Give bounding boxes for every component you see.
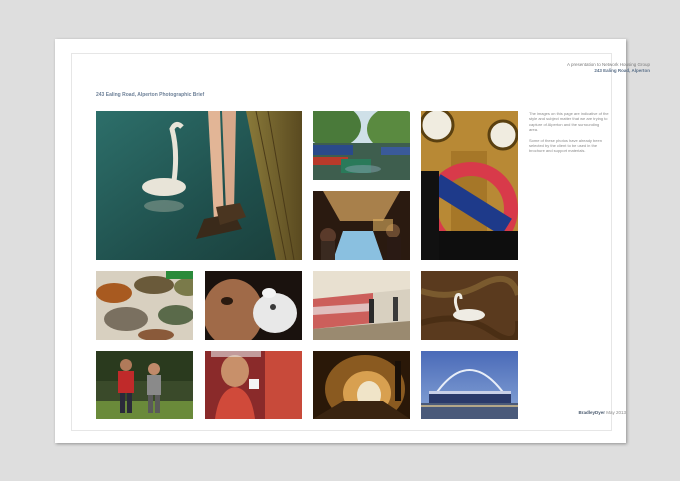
wembley-arch-photo — [421, 351, 518, 419]
joggers-photo — [96, 351, 193, 419]
header-block: A presentation to Network Housing Group … — [567, 62, 650, 74]
canal-boats-photo — [313, 111, 410, 180]
swan-water-photo — [421, 271, 518, 340]
description-paragraph-2: Some of these photos have already been s… — [529, 137, 602, 154]
tube-train-photo — [313, 271, 410, 340]
swan-legs-photo — [96, 111, 302, 260]
big-ben-underground-photo — [421, 111, 518, 260]
face-pill-photo — [205, 271, 302, 340]
description-text: The images on this page are indicative o… — [529, 111, 609, 159]
footer: BradleyDyer May 2013 — [530, 410, 626, 415]
footer-date: May 2013 — [606, 410, 626, 415]
page-title: 243 Ealing Road, Alperton Photographic B… — [96, 92, 205, 98]
tunnel-photo — [313, 351, 410, 419]
spice-sacks-photo — [96, 271, 193, 340]
coffee-man-photo — [205, 351, 302, 419]
description-paragraph-1: The images on this page are indicative o… — [529, 111, 609, 133]
footer-brand: BradleyDyer — [578, 410, 605, 415]
header-address: 243 Ealing Road, Alperton — [594, 68, 650, 73]
market-stall-photo — [313, 191, 410, 260]
